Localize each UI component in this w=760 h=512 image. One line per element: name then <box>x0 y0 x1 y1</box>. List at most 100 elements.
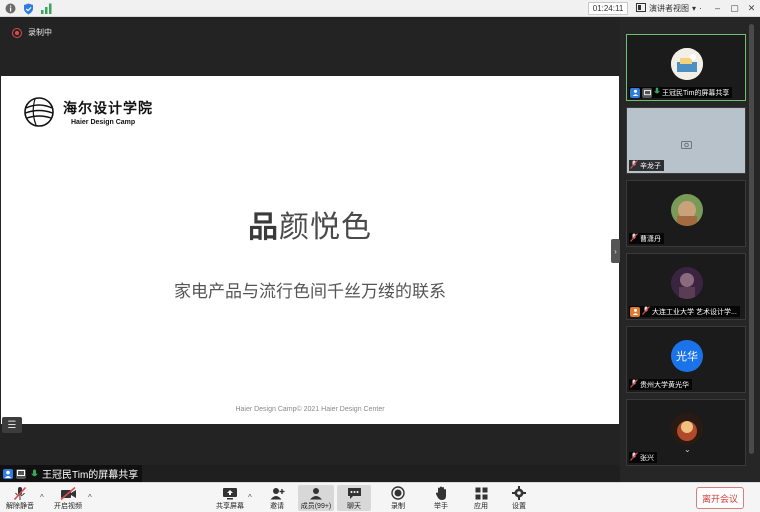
more-icon[interactable]: · <box>694 1 707 15</box>
signal-icon[interactable] <box>40 2 53 15</box>
maximize-icon[interactable]: ▢ <box>728 1 741 15</box>
view-mode-label: 演讲者视图 <box>649 3 689 13</box>
record-label: 录制 <box>391 503 405 510</box>
participant-name: 辛龙子 <box>640 162 661 170</box>
slide-title-rest: 颜悦色 <box>279 211 372 244</box>
share-screen-label: 共享屏幕 <box>216 503 244 510</box>
view-mode-dropdown[interactable]: 演讲者视图 ▾ <box>636 1 696 15</box>
participant-name: 张兴 <box>640 454 654 462</box>
avatar <box>671 48 703 80</box>
chat-icon <box>345 485 363 501</box>
haier-logo: 海尔设计学院 Haier Design Camp <box>23 96 153 128</box>
meeting-toolbar: 解除静音 ^ 开启视频 ^ 共享屏幕 ^ 邀请 成员(99+) 聊天 录制 举手… <box>0 482 760 512</box>
video-off-icon <box>59 485 77 501</box>
participants-sidebar: 王冠民Tim的屏幕共享 辛龙子 曹潇丹 大连工业大学 艺术设计学... 光华 贵… <box>620 17 760 482</box>
invite-label: 邀请 <box>270 503 284 510</box>
video-off-icon <box>681 136 692 154</box>
shared-screen-area: 录制中 海尔设计学院 Haier Design Camp 品颜悦色 家电产品与流… <box>0 17 620 465</box>
participant-tile[interactable]: 大连工业大学 艺术设计学... <box>626 253 746 320</box>
globe-logo-icon <box>24 97 54 127</box>
mic-muted-icon <box>630 379 638 390</box>
recording-label: 录制中 <box>28 28 52 37</box>
participant-name-bar: 张兴 <box>629 452 657 463</box>
top-bar: 01:24:11 演讲者视图 ▾ · – ▢ ✕ <box>0 0 760 17</box>
mic-muted-icon <box>630 452 638 463</box>
add-user-icon <box>268 485 286 501</box>
user-icon <box>630 87 640 98</box>
mic-muted-icon <box>642 306 650 317</box>
participant-tile[interactable]: 辛龙子 <box>626 107 746 174</box>
settings-label: 设置 <box>512 503 526 510</box>
participant-name: 贵州大学黄光华 <box>640 381 689 389</box>
participant-name: 王冠民Tim的屏幕共享 <box>662 89 730 97</box>
share-screen-button[interactable]: 共享屏幕 <box>216 485 244 511</box>
list-menu-icon[interactable]: ☰ <box>2 417 22 433</box>
settings-button[interactable]: 设置 <box>510 485 528 511</box>
mic-muted-icon <box>11 485 29 501</box>
apps-label: 应用 <box>474 503 488 510</box>
screen-icon <box>16 468 26 479</box>
mic-on-icon <box>29 469 39 479</box>
participant-name: 曹潇丹 <box>640 235 661 243</box>
avatar <box>671 194 703 226</box>
apps-grid-icon <box>472 485 490 501</box>
meeting-timer: 01:24:11 <box>588 2 628 15</box>
chat-label: 聊天 <box>347 503 361 510</box>
participant-name-bar: 王冠民Tim的屏幕共享 <box>629 87 733 98</box>
record-icon <box>389 485 407 501</box>
participant-name-bar: 贵州大学黄光华 <box>629 379 692 390</box>
user-icon <box>3 468 13 479</box>
raise-hand-button[interactable]: 举手 <box>432 485 450 511</box>
slide-title: 品颜悦色 <box>1 202 619 246</box>
gear-icon <box>510 485 528 501</box>
avatar-initials: 光华 <box>671 340 703 372</box>
slide-subtitle: 家电产品与流行色间千丝万缕的联系 <box>174 282 446 301</box>
participant-tile[interactable]: ⌄ 张兴 <box>626 399 746 466</box>
screen-share-label: 王冠民Tim的屏幕共享 <box>0 465 142 482</box>
unmute-label: 解除静音 <box>6 503 34 510</box>
participant-name-bar: 辛龙子 <box>629 160 664 171</box>
logo-cn-text: 海尔设计学院 <box>63 101 153 117</box>
participant-name-bar: 曹潇丹 <box>629 233 664 244</box>
logo-en-text: Haier Design Camp <box>71 119 136 126</box>
participant-tile[interactable]: 光华 贵州大学黄光华 <box>626 326 746 393</box>
avatar <box>671 413 703 445</box>
start-video-button[interactable]: 开启视频 <box>54 485 82 511</box>
mic-on-icon <box>654 87 660 98</box>
record-button[interactable]: 录制 <box>389 485 407 511</box>
chat-button[interactable]: 聊天 <box>337 485 371 511</box>
hand-icon <box>432 485 450 501</box>
info-icon[interactable] <box>4 2 17 15</box>
raise-hand-label: 举手 <box>434 503 448 510</box>
members-icon <box>307 485 325 501</box>
sidebar-scrollbar[interactable] <box>749 24 754 454</box>
mic-muted-icon <box>630 233 638 244</box>
apps-button[interactable]: 应用 <box>472 485 490 511</box>
share-label-text: 王冠民Tim的屏幕共享 <box>42 470 139 481</box>
participant-tile[interactable]: 王冠民Tim的屏幕共享 <box>626 34 746 101</box>
collapse-sidebar-handle[interactable]: › <box>611 239 620 263</box>
participant-tile[interactable]: 曹潇丹 <box>626 180 746 247</box>
invite-button[interactable]: 邀请 <box>268 485 286 511</box>
share-screen-icon <box>221 485 239 501</box>
close-icon[interactable]: ✕ <box>745 1 758 15</box>
slide-footer: Haier Design Camp© 2021 Haier Design Cen… <box>235 406 385 413</box>
chevron-up-icon[interactable]: ^ <box>88 493 92 502</box>
grid-icon <box>636 2 646 14</box>
screen-icon <box>642 87 652 98</box>
unmute-button[interactable]: 解除静音 <box>6 485 34 511</box>
members-label: 成员(99+) <box>300 503 332 510</box>
participant-name-bar: 大连工业大学 艺术设计学... <box>629 306 740 317</box>
presentation-slide: 海尔设计学院 Haier Design Camp 品颜悦色 家电产品与流行色间千… <box>1 76 619 424</box>
shield-icon[interactable] <box>22 2 35 15</box>
chevron-up-icon[interactable]: ^ <box>40 493 44 502</box>
minimize-icon[interactable]: – <box>711 1 724 15</box>
participant-name: 大连工业大学 艺术设计学... <box>652 308 737 316</box>
chevron-up-icon[interactable]: ^ <box>248 493 252 502</box>
slide-title-bold: 品 <box>248 211 279 244</box>
leave-meeting-button[interactable]: 离开会议 <box>696 487 744 509</box>
user-icon <box>630 306 640 317</box>
record-dot-icon <box>12 27 22 38</box>
members-button[interactable]: 成员(99+) <box>298 485 334 511</box>
chevron-down-icon[interactable]: ⌄ <box>684 445 691 454</box>
